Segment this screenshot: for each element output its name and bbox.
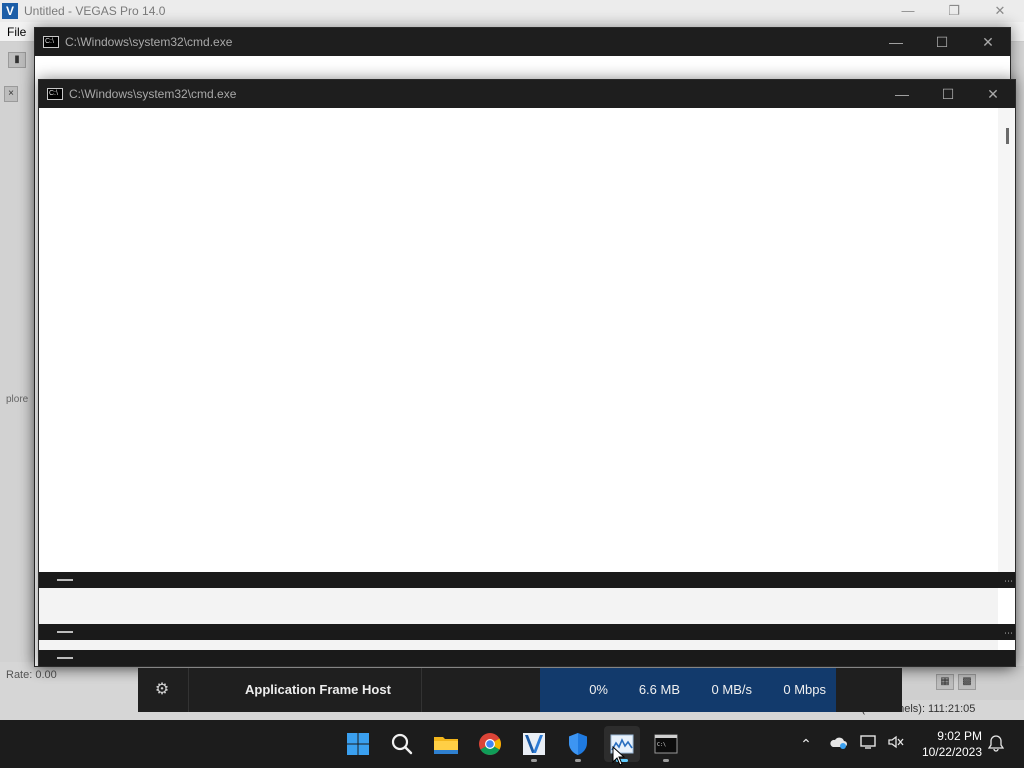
disk-value: 0 MB/s (711, 682, 752, 697)
cmd-taskbar-button[interactable]: C:\ (648, 726, 684, 762)
vegas-minimize-button[interactable]: — (885, 0, 931, 22)
clock-date: 10/22/2023 (921, 745, 982, 759)
search-button[interactable] (384, 726, 420, 762)
task-manager-process-row[interactable]: ⚙ Application Frame Host 0% 6.6 MB 0 MB/… (138, 668, 902, 712)
folder-icon (434, 737, 458, 754)
gear-icon[interactable]: ⚙ (152, 680, 172, 700)
vegas-grid-icon[interactable]: ▩ (958, 674, 976, 690)
cmd-front-lower-area-2 (39, 640, 998, 650)
cmd-back-maximize-button[interactable]: ☐ (919, 28, 965, 56)
terminal-icon: C:\ (654, 734, 678, 754)
divider (188, 668, 189, 712)
network-icon[interactable] (859, 734, 879, 754)
cmd-status-dash (57, 579, 73, 581)
vegas-icon (523, 733, 545, 755)
file-explorer-button[interactable] (428, 726, 464, 762)
cmd-front-scrollbar[interactable] (998, 108, 1015, 572)
cmd-back-minimize-button[interactable]: — (873, 28, 919, 56)
chrome-button[interactable] (472, 726, 508, 762)
vegas-new-icon[interactable]: ▮ (8, 52, 26, 68)
svg-text:C:\: C:\ (657, 742, 666, 748)
cmd-front-scroll-thumb[interactable] (1006, 128, 1009, 144)
network-value: 0 Mbps (783, 682, 826, 697)
cmd-front-statusbar-1: ⋯ (39, 572, 1015, 588)
cmd-front-statusbar-3 (39, 650, 1015, 666)
cmd-front-statusbar-2: ⋯ (39, 624, 1015, 640)
menu-file[interactable]: File (7, 25, 26, 39)
cmd-front-title: C:\Windows\system32\cmd.exe (69, 87, 237, 101)
vegas-titlebar: V Untitled - VEGAS Pro 14.0 — ❐ ✕ (0, 0, 1024, 22)
cmd-status-dash (57, 631, 73, 633)
vegas-panel-tab-label[interactable]: plore (6, 394, 28, 405)
cmd-back-titlebar[interactable]: C:\ C:\Windows\system32\cmd.exe — ☐ ✕ (35, 28, 1010, 56)
search-icon (391, 733, 413, 755)
windows-logo-icon (347, 733, 369, 755)
cmd-icon: C:\ (47, 88, 63, 100)
cmd-front-minimize-button[interactable]: — (879, 80, 925, 108)
clock-time: 9:02 PM (937, 729, 982, 743)
onedrive-icon[interactable] (828, 734, 848, 754)
cmd-front-close-button[interactable]: ✕ (970, 80, 1016, 108)
start-button[interactable] (340, 726, 376, 762)
windows-security-button[interactable] (560, 726, 596, 762)
chrome-icon (479, 733, 501, 755)
shield-icon (569, 733, 587, 755)
vegas-bottom-toolbar: ▦ ▩ (900, 666, 1024, 700)
cmd-back-close-button[interactable]: ✕ (965, 28, 1011, 56)
vegas-logo-icon: V (2, 3, 18, 19)
vegas-window-title: Untitled - VEGAS Pro 14.0 (24, 4, 166, 18)
running-indicator (663, 759, 669, 762)
process-name: Application Frame Host (245, 682, 391, 697)
vegas-pro-taskbar-button[interactable] (516, 726, 552, 762)
cmd-icon: C:\ (43, 36, 59, 48)
cmd-front-titlebar[interactable]: C:\ C:\Windows\system32\cmd.exe — ☐ ✕ (39, 80, 1015, 108)
resize-grip-icon[interactable]: ⋯ (1004, 577, 1013, 586)
process-metrics: 0% 6.6 MB 0 MB/s 0 Mbps (540, 668, 836, 712)
clock[interactable]: 9:02 PM 10/22/2023 (916, 728, 982, 760)
chevron-up-icon[interactable]: ⌃ (796, 734, 816, 754)
vegas-left-panel: ▮ × plore (0, 42, 38, 662)
running-indicator (531, 759, 537, 762)
cmd-back-title: C:\Windows\system32\cmd.exe (65, 35, 233, 49)
cpu-value: 0% (589, 682, 608, 697)
taskbar: C:\ ⌃ 9:02 PM 10/22/2023 (0, 720, 1024, 768)
cmd-front-maximize-button[interactable]: ☐ (925, 80, 971, 108)
mouse-cursor-icon (612, 746, 626, 766)
divider (421, 668, 422, 712)
volume-muted-icon[interactable] (886, 734, 906, 754)
resize-grip-icon[interactable]: ⋯ (1004, 629, 1013, 638)
vegas-snap-icon[interactable]: ▦ (936, 674, 954, 690)
vegas-close-panel-icon[interactable]: × (4, 86, 18, 102)
cmd-status-dash (57, 657, 73, 659)
vegas-rate-label: Rate: 0.00 (6, 669, 57, 681)
vegas-restore-button[interactable]: ❐ (931, 0, 977, 22)
cmd-window-front[interactable]: C:\ C:\Windows\system32\cmd.exe — ☐ ✕ ⋯ … (38, 79, 1016, 667)
notification-bell-icon[interactable] (986, 734, 1006, 754)
cmd-front-lower-area (39, 588, 998, 624)
running-indicator (575, 759, 581, 762)
vegas-close-button[interactable]: ✕ (977, 0, 1023, 22)
memory-value: 6.6 MB (638, 682, 680, 697)
cmd-front-console-area[interactable] (39, 108, 998, 572)
